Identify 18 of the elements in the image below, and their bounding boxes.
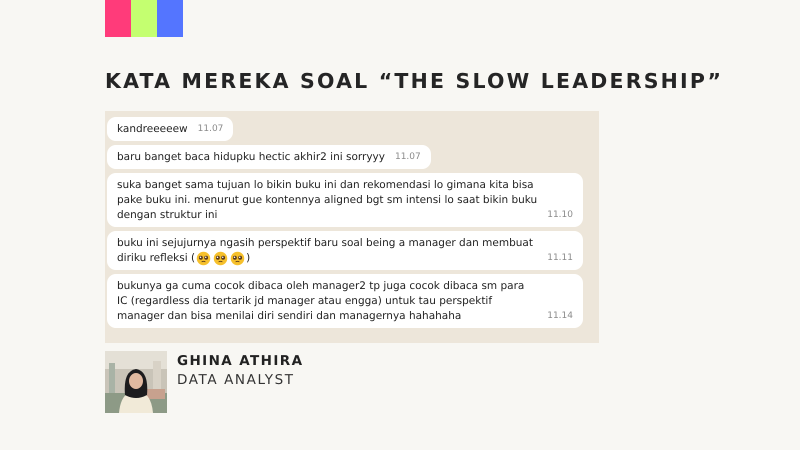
message-time: 11.07 <box>394 151 421 164</box>
pleading-face-icon <box>196 251 212 266</box>
message-text: suka banget sama tujuan lo bikin buku ini dan rekomendasi lo gimana kita bisa pake buku ini. menurut gue kontennya aligned bgt sm intensi lo saat bikin buku dengan struktur ini <box>117 178 538 223</box>
message-time: 11.07 <box>198 123 224 136</box>
pleading-face-icon <box>230 251 246 266</box>
message-text: diriku refleksi ( <box>117 251 196 266</box>
message-text: buku ini sejujurnya ngasih perspektif baru soal being a manager dan membuat <box>117 236 533 251</box>
message-time: 11.11 <box>547 252 573 265</box>
message-text: bukunya ga cuma cocok dibaca oleh manager2 tp juga cocok dibaca sm para IC (regardless dia tertarik jd manager atau engga) untuk tau perspektif manager dan bisa menilai diri sendiri dan managernya hahahaha <box>117 279 526 324</box>
section-title: KATA MEREKA SOAL “THE SLOW LEADERSHIP” <box>105 69 724 93</box>
author-name: GHINA ATHIRA <box>177 353 304 369</box>
message-time: 11.10 <box>547 209 573 222</box>
pleading-face-icon <box>213 251 228 266</box>
message-text: ) <box>246 251 250 266</box>
author-role: DATA ANALYST <box>177 372 296 388</box>
message-text: baru banget baca hidupku hectic akhir2 ini sorryyy <box>117 151 385 163</box>
message-time: 11.14 <box>547 310 573 323</box>
message-text: kandreeeeew <box>117 123 188 135</box>
